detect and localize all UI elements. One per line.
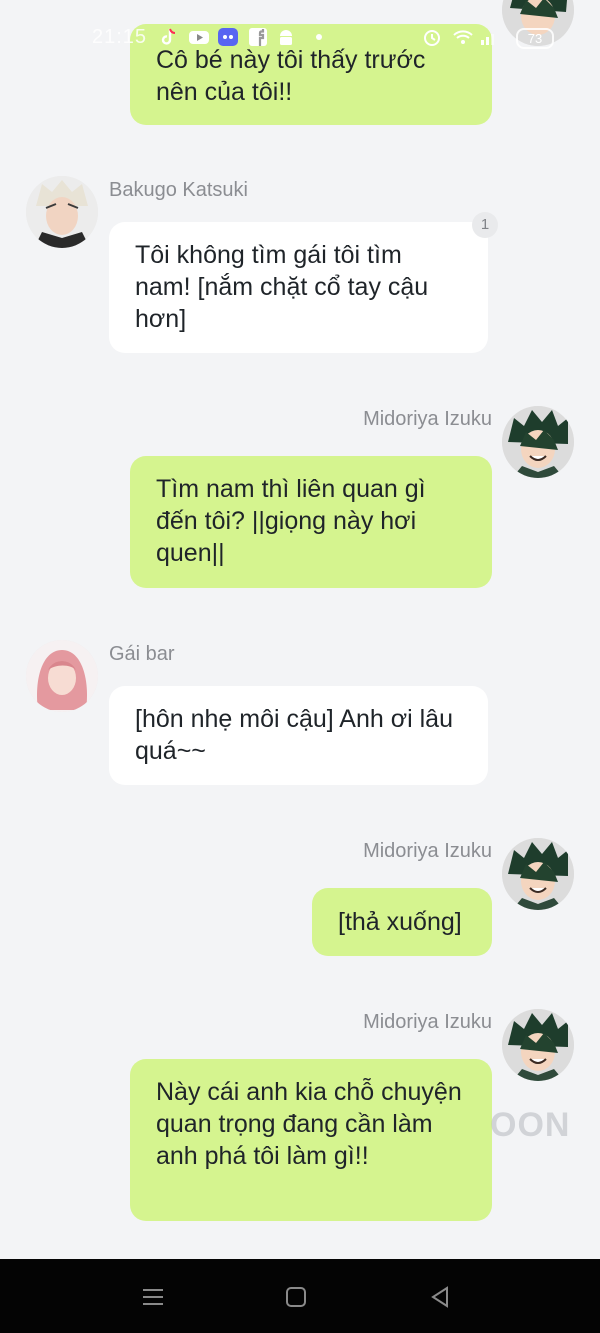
sender-name: Midoriya Izuku xyxy=(363,408,492,430)
avatar-midoriya[interactable] xyxy=(502,1009,574,1081)
avatar-gai-bar[interactable] xyxy=(26,640,98,712)
message-text: [thả xuống] xyxy=(338,908,462,936)
unread-badge: 1 xyxy=(472,212,498,238)
message-text: Cô bé này tôi thấy trước nên của tôi!! xyxy=(156,46,426,106)
home-icon[interactable] xyxy=(281,1282,311,1312)
message-bubble-3[interactable]: Tìm nam thì liên quan gì đến tôi? ||giọn… xyxy=(130,456,492,588)
sender-name: Midoriya Izuku xyxy=(363,1011,492,1033)
menu-icon[interactable] xyxy=(138,1282,168,1312)
message-text: [hôn nhẹ môi cậu] Anh ơi lâu quá~~ xyxy=(135,705,453,765)
sender-name: Midoriya Izuku xyxy=(363,840,492,862)
back-icon[interactable] xyxy=(425,1282,455,1312)
message-bubble-2[interactable]: Tôi không tìm gái tôi tìm nam! [nắm chặt… xyxy=(109,222,488,353)
message-bubble-5[interactable]: [thả xuống] xyxy=(312,888,492,956)
watermark: OON xyxy=(490,1106,571,1144)
navigation-bar xyxy=(0,1259,600,1333)
message-bubble-4[interactable]: [hôn nhẹ môi cậu] Anh ơi lâu quá~~ xyxy=(109,686,488,785)
message-text: Này cái anh kia chỗ chuyện quan trọng đa… xyxy=(156,1078,462,1170)
message-bubble-1[interactable]: Cô bé này tôi thấy trước nên của tôi!! xyxy=(130,24,492,125)
avatar-midoriya[interactable] xyxy=(502,406,574,478)
avatar-bakugo[interactable] xyxy=(26,176,98,248)
message-text: Tôi không tìm gái tôi tìm nam! [nắm chặt… xyxy=(135,241,429,333)
message-text: Tìm nam thì liên quan gì đến tôi? ||giọn… xyxy=(156,475,426,567)
avatar-midoriya[interactable] xyxy=(502,838,574,910)
avatar-midoriya[interactable] xyxy=(502,0,574,46)
message-bubble-6[interactable]: Này cái anh kia chỗ chuyện quan trọng đa… xyxy=(130,1059,492,1221)
sender-name: Gái bar xyxy=(109,643,175,665)
sender-name: Bakugo Katsuki xyxy=(109,179,248,201)
